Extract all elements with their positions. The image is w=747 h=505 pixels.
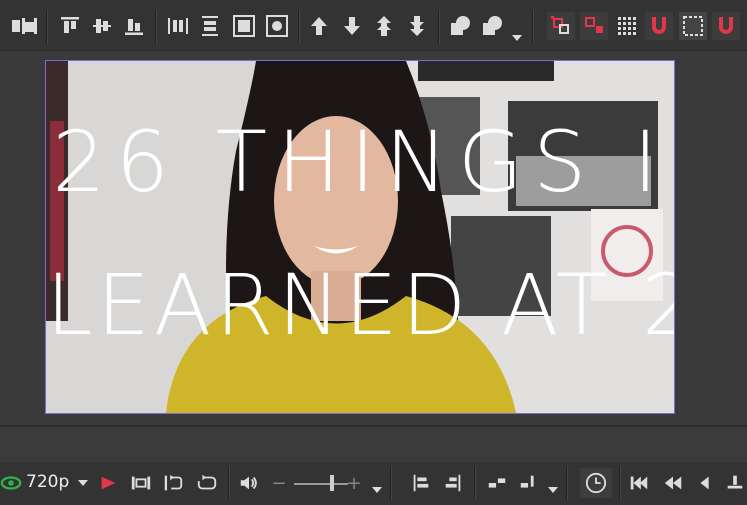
minus-icon[interactable]: −	[271, 468, 286, 498]
volume-slider[interactable]	[294, 483, 348, 485]
link-icon[interactable]	[484, 468, 510, 498]
distribute-horizontal-icon[interactable]	[164, 12, 192, 40]
align-left-2-icon[interactable]	[14, 12, 42, 40]
eye-icon[interactable]	[0, 468, 22, 498]
shape-icon[interactable]	[446, 12, 474, 40]
step-back-icon[interactable]	[694, 468, 716, 498]
fit-frame-icon[interactable]	[230, 12, 258, 40]
shape-dropdown-icon[interactable]	[512, 35, 522, 41]
resolution-select[interactable]: 720p	[26, 472, 69, 492]
video-title-line-2: LEARNED AT 26	[46, 256, 674, 354]
snap-red-icon[interactable]	[547, 12, 575, 40]
split-left-icon[interactable]	[408, 468, 434, 498]
move-top-icon[interactable]	[370, 12, 398, 40]
move-down-icon[interactable]	[338, 12, 366, 40]
volume-dropdown-icon[interactable]	[372, 487, 382, 493]
transport-toolbar: 720p − +	[0, 462, 747, 505]
plus-icon[interactable]: +	[346, 468, 362, 498]
repeat-icon[interactable]	[194, 468, 220, 498]
split-right-icon[interactable]	[440, 468, 466, 498]
skip-start-icon[interactable]	[626, 468, 652, 498]
timeline-strip	[0, 426, 747, 463]
grid-icon[interactable]	[613, 12, 641, 40]
loop-icon[interactable]	[160, 468, 186, 498]
center-frame-icon[interactable]	[263, 12, 291, 40]
video-frame[interactable]: 26 THINGS I LEARNED AT 26	[45, 60, 675, 414]
bounding-box-icon[interactable]	[679, 12, 707, 40]
link-dropdown-icon[interactable]	[548, 487, 558, 493]
align-top-icon[interactable]	[56, 12, 84, 40]
magnet-icon[interactable]	[645, 12, 673, 40]
play-icon[interactable]	[95, 468, 121, 498]
magnet-2-icon[interactable]	[712, 12, 740, 40]
align-bottom-icon[interactable]	[120, 12, 148, 40]
resolution-dropdown-icon[interactable]	[78, 480, 88, 486]
align-center-horizontal-icon[interactable]	[88, 12, 116, 40]
volume-slider-knob[interactable]	[330, 475, 334, 491]
loop-range-icon[interactable]	[128, 468, 154, 498]
skip-end-icon[interactable]	[724, 468, 746, 498]
move-bottom-icon[interactable]	[403, 12, 431, 40]
shape-menu-icon[interactable]	[478, 12, 506, 40]
snap-red-2-icon[interactable]	[580, 12, 608, 40]
distribute-vertical-icon[interactable]	[196, 12, 224, 40]
clock-icon[interactable]	[580, 468, 612, 498]
volume-icon[interactable]	[236, 468, 262, 498]
top-toolbar	[0, 0, 747, 51]
move-up-icon[interactable]	[305, 12, 333, 40]
unlink-icon[interactable]	[516, 468, 542, 498]
rewind-icon[interactable]	[660, 468, 686, 498]
video-title-line-1: 26 THINGS I	[52, 113, 668, 211]
